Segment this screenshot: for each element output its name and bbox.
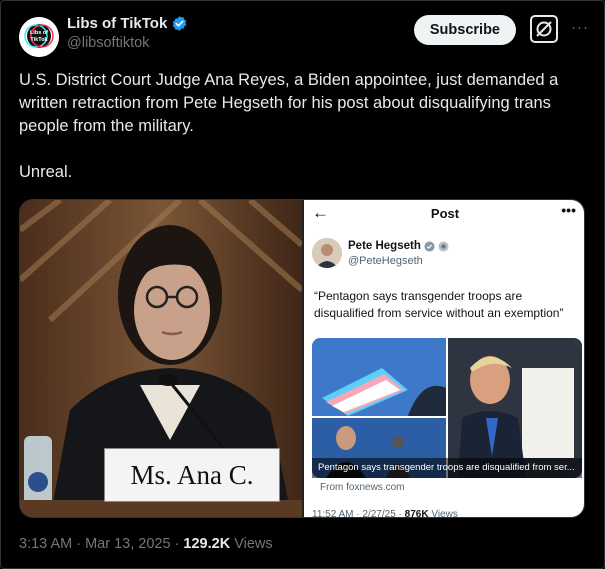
- grok-icon[interactable]: [530, 15, 558, 43]
- media-container[interactable]: Ms. Ana C. Reyes ← Post ••• Pete Hegseth: [19, 199, 585, 518]
- embedded-avatar: [312, 238, 342, 268]
- embedded-meta: 11:52 AM · 2/27/25 · 876K Views: [312, 509, 458, 518]
- tweet-card: Libs of TikTok Libs of TikTok @libsoftik…: [0, 0, 605, 569]
- libs-of-tiktok-logo-icon: Libs of TikTok: [19, 17, 59, 57]
- portrait-icon: [312, 238, 342, 268]
- hearing-photo[interactable]: Ms. Ana C. Reyes: [20, 200, 302, 517]
- embedded-verified-icon: [424, 240, 435, 252]
- embedded-top-bar: ← Post •••: [304, 200, 584, 226]
- verified-badge-icon: [173, 16, 187, 31]
- embedded-link-caption: Pentagon says transgender troops are dis…: [312, 458, 582, 478]
- tweet-header: Libs of TikTok Libs of TikTok @libsoftik…: [19, 13, 590, 57]
- grok-glyph-icon: [536, 21, 552, 37]
- subscribe-button[interactable]: Subscribe: [413, 15, 516, 45]
- embedded-title: Post: [430, 206, 460, 221]
- nameplate-text: Ms. Ana C. Reyes: [104, 448, 280, 517]
- news-collage-image: [312, 338, 582, 478]
- tweet-paragraph-2: Unreal.: [19, 163, 73, 181]
- embedded-link-source: From foxnews.com: [320, 482, 405, 493]
- embedded-link-image: [312, 338, 582, 478]
- tweet-paragraph-1: U.S. District Court Judge Ana Reyes, a B…: [19, 71, 559, 135]
- embedded-author-name: Pete Hegseth: [348, 240, 421, 252]
- embedded-post-screenshot[interactable]: ← Post ••• Pete Hegseth @PeteHegseth “Pe…: [304, 200, 584, 518]
- views-count: 129.2K: [183, 536, 231, 552]
- tweet-text: U.S. District Court Judge Ana Reyes, a B…: [19, 69, 594, 184]
- embedded-views-count: 876K: [404, 509, 429, 518]
- embedded-org-badge-icon: [438, 240, 449, 252]
- embedded-author-handle: @PeteHegseth: [348, 255, 423, 267]
- avatar[interactable]: Libs of TikTok: [19, 17, 59, 57]
- svg-text:TikTok: TikTok: [30, 37, 48, 43]
- author-handle[interactable]: @libsoftiktok: [67, 35, 149, 51]
- views-label: Views: [234, 536, 273, 552]
- tweet-footer: 3:13 AM · Mar 13, 2025 · 129.2K Views: [19, 536, 273, 552]
- author-name-row[interactable]: Libs of TikTok: [67, 15, 188, 32]
- embedded-time: 11:52 AM · 2/27/25 ·: [312, 509, 402, 518]
- author-name[interactable]: Libs of TikTok: [67, 15, 167, 32]
- embedded-quote-text: “Pentagon says transgender troops are di…: [314, 289, 564, 320]
- more-dots-icon[interactable]: ···: [570, 19, 590, 39]
- post-timestamp[interactable]: 3:13 AM · Mar 13, 2025 ·: [19, 536, 179, 552]
- embedded-more-icon: •••: [561, 202, 576, 218]
- embedded-views-label: Views: [431, 509, 458, 518]
- svg-text:Libs of: Libs of: [30, 30, 48, 36]
- embedded-author-row: Pete Hegseth: [348, 240, 449, 252]
